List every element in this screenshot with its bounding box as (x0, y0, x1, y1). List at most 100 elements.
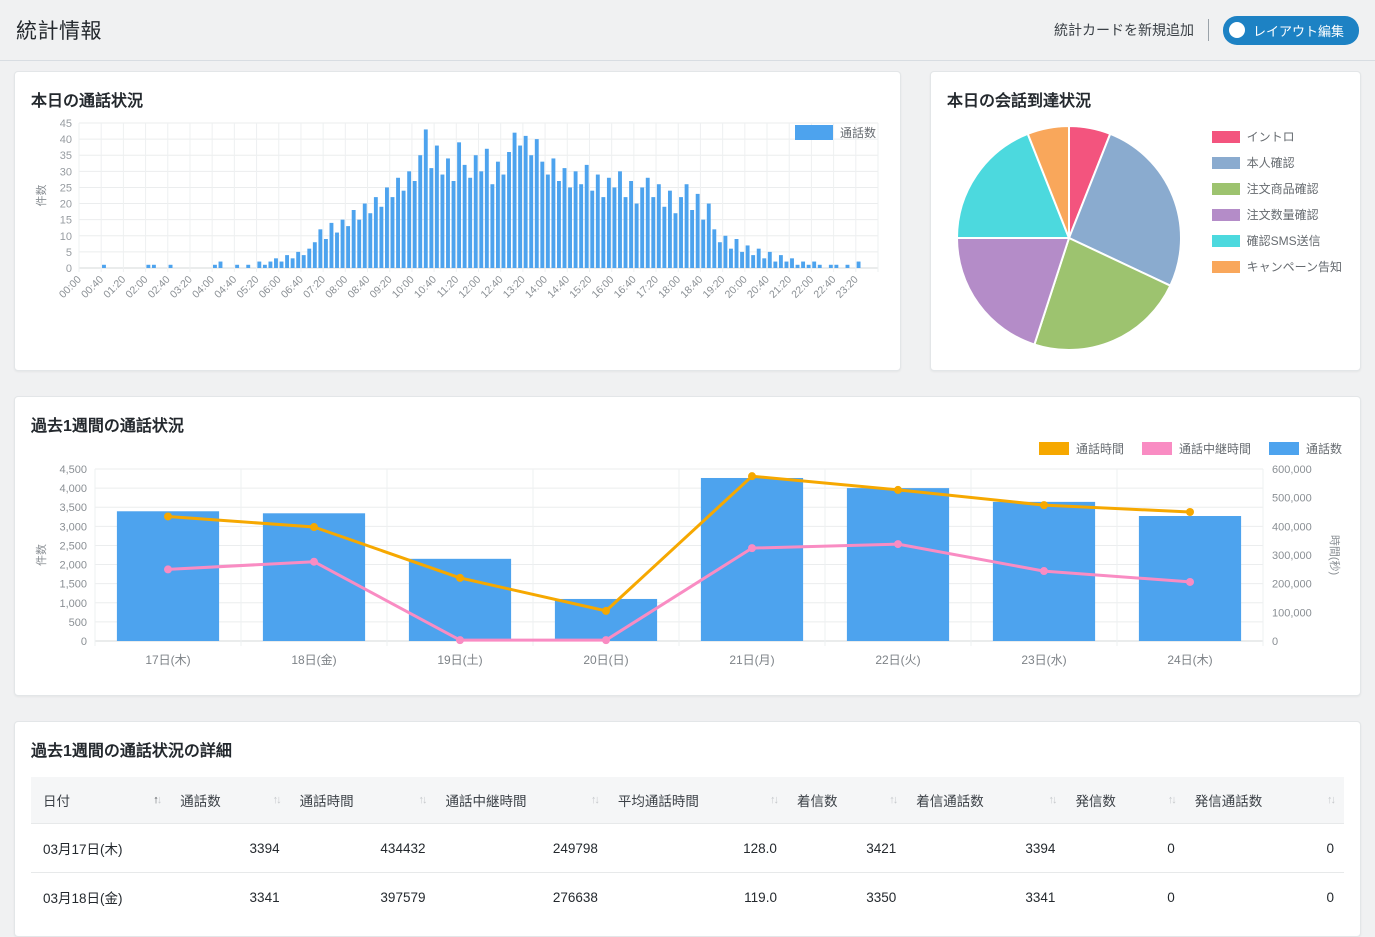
legend-label: 本人確認 (1247, 154, 1295, 171)
header-divider (1208, 19, 1209, 41)
sort-arrows-icon[interactable]: ↑↓ (1048, 794, 1055, 806)
legend-item-5[interactable]: キャンペーン告知 (1212, 258, 1342, 275)
svg-text:15: 15 (60, 215, 72, 227)
column-label: 着信通話数 (916, 790, 984, 810)
legend-item-0[interactable]: 通話時間 (1039, 440, 1124, 457)
svg-text:3,500: 3,500 (59, 502, 87, 514)
svg-text:13:20: 13:20 (501, 274, 528, 301)
svg-text:24日(木): 24日(木) (1167, 653, 1212, 667)
svg-text:00:40: 00:40 (79, 274, 106, 301)
column-label: 着信数 (797, 790, 838, 810)
svg-text:100,000: 100,000 (1272, 607, 1312, 619)
sort-arrows-icon[interactable]: ↑↓ (273, 794, 280, 806)
column-header-6[interactable]: 着信通話数 ↑↓ (906, 777, 1065, 824)
layout-edit-toggle[interactable]: レイアウト編集 (1223, 16, 1359, 45)
sort-arrows-icon[interactable]: ↑↓ (153, 794, 160, 806)
svg-text:45: 45 (60, 118, 72, 130)
svg-text:400,000: 400,000 (1272, 521, 1312, 533)
svg-text:35: 35 (60, 150, 72, 162)
sort-arrows-icon[interactable]: ↑↓ (889, 794, 896, 806)
sort-arrows-icon[interactable]: ↑↓ (591, 794, 598, 806)
svg-text:04:00: 04:00 (190, 274, 217, 301)
today-calls-title: 本日の通話状況 (31, 87, 884, 111)
table-header: 日付↑↓通話数↑↓通話時間↑↓通話中継時間↑↓平均通話時間↑↓着信数↑↓着信通話… (31, 777, 1344, 824)
row-middle: 過去1週間の通話状況 通話時間通話中継時間通話数 05001,0001,5002… (14, 396, 1361, 696)
column-header-5[interactable]: 着信数 ↑↓ (787, 777, 906, 824)
svg-text:1,000: 1,000 (59, 598, 87, 610)
column-header-2[interactable]: 通話時間 ↑↓ (290, 777, 436, 824)
svg-text:18日(金): 18日(金) (291, 652, 336, 667)
svg-text:4,000: 4,000 (59, 483, 87, 495)
svg-text:0: 0 (1272, 636, 1278, 648)
value-cell: 0 (1065, 824, 1184, 873)
week-calls-card: 過去1週間の通話状況 通話時間通話中継時間通話数 05001,0001,5002… (14, 396, 1361, 696)
legend-swatch (1212, 157, 1240, 169)
today-calls-bar-chart: 05101520253035404500:0000:4001:2002:0002… (31, 111, 886, 348)
svg-text:10:00: 10:00 (390, 274, 417, 301)
left-axis-label: 件数 (35, 544, 48, 566)
svg-text:02:00: 02:00 (123, 274, 150, 301)
value-cell: 0 (1185, 824, 1344, 873)
legend-item-3[interactable]: 注文数量確認 (1212, 206, 1342, 223)
legend-swatch (795, 125, 833, 140)
table-body: 03月17日(木)3394434432249798128.03421339400… (31, 824, 1344, 922)
svg-text:20日(日): 20日(日) (583, 653, 628, 667)
svg-text:300,000: 300,000 (1272, 550, 1312, 562)
add-stat-card-link[interactable]: 統計カードを新規追加 (1054, 20, 1194, 40)
svg-text:15:20: 15:20 (567, 274, 594, 301)
svg-text:14:00: 14:00 (523, 274, 550, 301)
column-header-7[interactable]: 発信数↑↓ (1065, 777, 1184, 824)
sort-arrows-icon[interactable]: ↑↓ (1168, 794, 1175, 806)
legend-swatch (1212, 209, 1240, 221)
legend-item-2[interactable]: 注文商品確認 (1212, 180, 1342, 197)
legend-swatch (1142, 442, 1172, 455)
column-label: 通話時間 (300, 790, 354, 810)
column-header-4[interactable]: 平均通話時間↑↓ (608, 777, 787, 824)
value-cell: 3421 (787, 824, 906, 873)
legend-item-calls[interactable]: 通話数 (795, 124, 876, 141)
toggle-knob-icon (1229, 22, 1245, 38)
right-axis-label: 時間(秒) (1328, 535, 1342, 575)
legend-item-2[interactable]: 通話数 (1269, 440, 1342, 457)
legend-swatch (1212, 261, 1240, 273)
week-calls-legend: 通話時間 通話中継時間 通話数 (31, 440, 1342, 457)
svg-text:23日(水): 23日(水) (1021, 653, 1066, 667)
svg-text:3,000: 3,000 (59, 521, 87, 533)
svg-text:500: 500 (69, 617, 87, 629)
value-cell: 119.0 (608, 873, 787, 922)
sort-arrows-icon[interactable]: ↑↓ (770, 794, 777, 806)
svg-text:18:40: 18:40 (678, 274, 705, 301)
legend-label: キャンペーン告知 (1247, 258, 1342, 275)
today-reach-card: 本日の会話到達状況 イントロ本人確認注文商品確認注文数量確認確認SMS送信キャン… (930, 71, 1361, 371)
svg-text:0: 0 (81, 636, 87, 648)
value-cell: 3341 (906, 873, 1065, 922)
sort-arrows-icon[interactable]: ↑↓ (418, 794, 425, 806)
legend-label: 確認SMS送信 (1247, 232, 1321, 249)
column-header-1[interactable]: 通話数↑↓ (170, 777, 289, 824)
layout-edit-label: レイアウト編集 (1253, 21, 1344, 40)
svg-text:21日(月): 21日(月) (729, 653, 774, 667)
svg-text:20:00: 20:00 (723, 274, 750, 301)
svg-text:1,500: 1,500 (59, 579, 87, 591)
column-header-0[interactable]: 日付 ↑↓ (31, 777, 170, 824)
value-cell: 397579 (290, 873, 436, 922)
svg-text:10:40: 10:40 (412, 274, 439, 301)
table-row: 03月18日(金)3341397579276638119.03350334100 (31, 873, 1344, 922)
date-cell: 03月18日(金) (31, 873, 170, 922)
column-header-3[interactable]: 通話中継時間↑↓ (435, 777, 607, 824)
svg-text:08:00: 08:00 (323, 274, 350, 301)
svg-text:07:20: 07:20 (301, 274, 328, 301)
legend-item-4[interactable]: 確認SMS送信 (1212, 232, 1342, 249)
svg-text:18:00: 18:00 (656, 274, 683, 301)
legend-item-1[interactable]: 通話中継時間 (1142, 440, 1251, 457)
legend-label: イントロ (1247, 128, 1295, 145)
svg-text:19日(土): 19日(土) (437, 653, 482, 667)
y-axis-label: 件数 (35, 185, 48, 207)
sort-arrows-icon[interactable]: ↑↓ (1327, 794, 1334, 806)
legend-item-0[interactable]: イントロ (1212, 128, 1342, 145)
value-cell: 128.0 (608, 824, 787, 873)
column-header-8[interactable]: 発信通話数↑↓ (1185, 777, 1344, 824)
legend-item-1[interactable]: 本人確認 (1212, 154, 1342, 171)
legend-label: 通話時間 (1076, 440, 1124, 457)
column-label: 日付 (43, 790, 70, 810)
